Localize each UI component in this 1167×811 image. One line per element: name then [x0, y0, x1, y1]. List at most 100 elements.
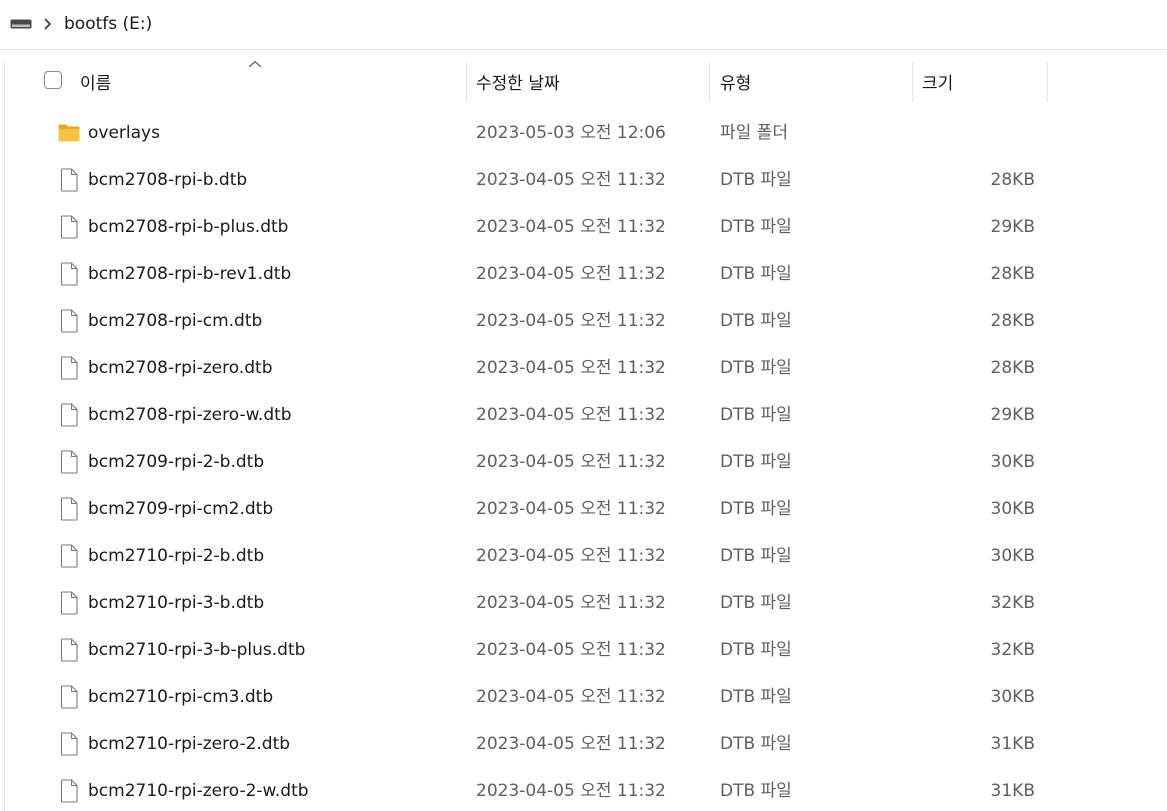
file-size: 28KB [990, 170, 1035, 190]
file-size: 32KB [990, 640, 1035, 660]
column-header-name[interactable]: 이름 [80, 60, 111, 103]
file-icon [60, 544, 78, 568]
file-size: 29KB [990, 405, 1035, 425]
file-type: DTB 파일 [720, 546, 792, 566]
file-size: 32KB [990, 593, 1035, 613]
file-row[interactable]: bcm2708-rpi-b-rev1.dtb 2023-04-05 오전 11:3… [0, 251, 1167, 298]
column-divider[interactable] [466, 62, 467, 102]
file-size: 29KB [990, 217, 1035, 237]
file-row[interactable]: bcm2710-rpi-zero-2-w.dtb 2023-04-05 오전 11… [0, 768, 1167, 811]
file-type: DTB 파일 [720, 734, 792, 754]
file-type: DTB 파일 [720, 358, 792, 378]
file-row[interactable]: bcm2710-rpi-zero-2.dtb 2023-04-05 오전 11:3… [0, 721, 1167, 768]
file-icon [60, 215, 78, 239]
file-type: DTB 파일 [720, 499, 792, 519]
file-date: 2023-05-03 오전 12:06 [476, 123, 666, 143]
drive-icon [10, 19, 32, 29]
file-name[interactable]: bcm2708-rpi-zero-w.dtb [88, 404, 292, 426]
column-header-type-label: 유형 [720, 74, 752, 94]
file-name[interactable]: bcm2710-rpi-cm3.dtb [88, 686, 273, 708]
file-name[interactable]: bcm2708-rpi-b-rev1.dtb [88, 263, 291, 285]
file-explorer-window: bootfs (E:) 이름 수정한 날짜 유형 크기 overlays 2023… [0, 0, 1167, 811]
sort-up-icon [248, 60, 262, 68]
file-name[interactable]: bcm2710-rpi-zero-2.dtb [88, 733, 290, 755]
file-name[interactable]: bcm2710-rpi-3-b.dtb [88, 592, 264, 614]
column-header-type[interactable]: 유형 [720, 60, 751, 103]
file-date: 2023-04-05 오전 11:32 [476, 170, 666, 190]
file-name[interactable]: bcm2709-rpi-cm2.dtb [88, 498, 273, 520]
file-row[interactable]: bcm2708-rpi-b.dtb 2023-04-05 오전 11:32 DTB … [0, 157, 1167, 204]
file-icon [60, 779, 78, 803]
file-row[interactable]: bcm2708-rpi-zero-w.dtb 2023-04-05 오전 11:3… [0, 392, 1167, 439]
file-date: 2023-04-05 오전 11:32 [476, 734, 666, 754]
file-date: 2023-04-05 오전 11:32 [476, 640, 666, 660]
file-name[interactable]: bcm2708-rpi-zero.dtb [88, 357, 273, 379]
column-header-size[interactable]: 크기 [922, 60, 953, 103]
file-list: overlays 2023-05-03 오전 12:06 파일 폴더 bcm2708-… [0, 110, 1167, 811]
column-header-date[interactable]: 수정한 날짜 [476, 60, 560, 103]
file-row[interactable]: bcm2708-rpi-b-plus.dtb 2023-04-05 오전 11:3… [0, 204, 1167, 251]
file-row[interactable]: bcm2710-rpi-3-b-plus.dtb 2023-04-05 오전 11… [0, 627, 1167, 674]
file-size: 31KB [990, 781, 1035, 801]
file-name[interactable]: bcm2708-rpi-b.dtb [88, 169, 247, 191]
file-row[interactable]: bcm2710-rpi-3-b.dtb 2023-04-05 오전 11:32 DT… [0, 580, 1167, 627]
file-type: DTB 파일 [720, 640, 792, 660]
file-size: 30KB [990, 687, 1035, 707]
file-row[interactable]: bcm2708-rpi-cm.dtb 2023-04-05 오전 11:32 DTB… [0, 298, 1167, 345]
file-date: 2023-04-05 오전 11:32 [476, 405, 666, 425]
file-name[interactable]: bcm2708-rpi-b-plus.dtb [88, 216, 288, 238]
file-type: DTB 파일 [720, 217, 792, 237]
file-icon [60, 732, 78, 756]
file-date: 2023-04-05 오전 11:32 [476, 593, 666, 613]
column-header-date-label: 수정한 날짜 [476, 74, 560, 94]
file-type: DTB 파일 [720, 593, 792, 613]
file-icon [60, 685, 78, 709]
file-name[interactable]: overlays [88, 122, 160, 144]
file-date: 2023-04-05 오전 11:32 [476, 217, 666, 237]
file-icon [60, 591, 78, 615]
file-type: DTB 파일 [720, 452, 792, 472]
file-name[interactable]: bcm2708-rpi-cm.dtb [88, 310, 262, 332]
column-header: 이름 수정한 날짜 유형 크기 [0, 60, 1167, 103]
file-name[interactable]: bcm2710-rpi-3-b-plus.dtb [88, 639, 305, 661]
column-header-name-label: 이름 [80, 74, 112, 94]
column-divider[interactable] [709, 62, 710, 102]
file-icon [60, 309, 78, 333]
file-icon [60, 262, 78, 286]
file-icon [60, 450, 78, 474]
file-row[interactable]: bcm2709-rpi-2-b.dtb 2023-04-05 오전 11:32 DT… [0, 439, 1167, 486]
file-icon [60, 356, 78, 380]
select-all-checkbox[interactable] [44, 71, 62, 89]
file-row[interactable]: bcm2710-rpi-2-b.dtb 2023-04-05 오전 11:32 DT… [0, 533, 1167, 580]
file-name[interactable]: bcm2709-rpi-2-b.dtb [88, 451, 264, 473]
chevron-right-icon[interactable] [44, 18, 52, 30]
breadcrumb-drive[interactable]: bootfs (E:) [64, 13, 152, 35]
column-divider[interactable] [912, 62, 913, 102]
file-size: 28KB [990, 358, 1035, 378]
file-date: 2023-04-05 오전 11:32 [476, 452, 666, 472]
file-icon [60, 403, 78, 427]
file-row[interactable]: bcm2710-rpi-cm3.dtb 2023-04-05 오전 11:32 DT… [0, 674, 1167, 721]
address-bar[interactable]: bootfs (E:) [0, 0, 1167, 50]
file-type: DTB 파일 [720, 405, 792, 425]
file-icon [60, 638, 78, 662]
file-date: 2023-04-05 오전 11:32 [476, 546, 666, 566]
file-name[interactable]: bcm2710-rpi-zero-2-w.dtb [88, 780, 309, 802]
file-type: DTB 파일 [720, 687, 792, 707]
file-type: DTB 파일 [720, 311, 792, 331]
file-size: 31KB [990, 734, 1035, 754]
file-name[interactable]: bcm2710-rpi-2-b.dtb [88, 545, 264, 567]
file-date: 2023-04-05 오전 11:32 [476, 264, 666, 284]
file-row[interactable]: bcm2709-rpi-cm2.dtb 2023-04-05 오전 11:32 DT… [0, 486, 1167, 533]
file-size: 30KB [990, 499, 1035, 519]
file-type: DTB 파일 [720, 170, 792, 190]
file-type: DTB 파일 [720, 781, 792, 801]
file-size: 30KB [990, 452, 1035, 472]
file-size: 28KB [990, 311, 1035, 331]
file-date: 2023-04-05 오전 11:32 [476, 781, 666, 801]
file-row[interactable]: overlays 2023-05-03 오전 12:06 파일 폴더 [0, 110, 1167, 157]
file-row[interactable]: bcm2708-rpi-zero.dtb 2023-04-05 오전 11:32 D… [0, 345, 1167, 392]
file-size: 28KB [990, 264, 1035, 284]
file-date: 2023-04-05 오전 11:32 [476, 499, 666, 519]
column-divider[interactable] [1047, 62, 1048, 102]
